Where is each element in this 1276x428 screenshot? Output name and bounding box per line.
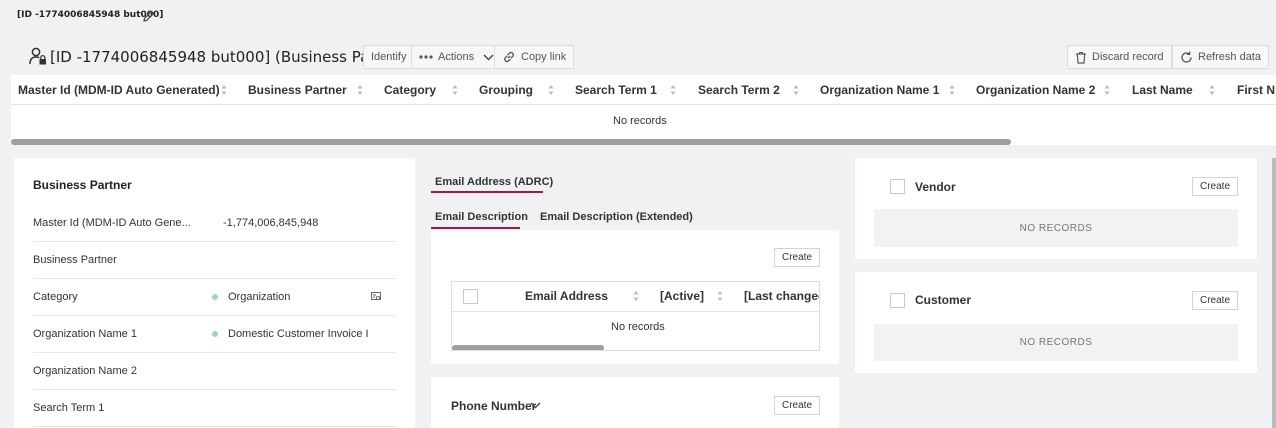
tab-email-address-adrc[interactable]: Email Address (ADRC) — [435, 176, 553, 188]
dots-icon — [419, 55, 433, 59]
status-dot — [212, 331, 218, 337]
column-header[interactable]: Category — [384, 83, 436, 97]
column-header[interactable]: Organization Name 2 — [976, 83, 1095, 97]
chevron-down-icon — [483, 54, 494, 60]
tab-email-description[interactable]: Email Description — [435, 211, 528, 223]
copy-link-button[interactable]: Copy link — [494, 45, 575, 69]
field-row: Business Partner — [33, 242, 396, 279]
pencil-icon[interactable] — [142, 9, 156, 23]
business-partner-card: Business Partner Master Id (MDM-ID Auto … — [14, 158, 415, 428]
refresh-data-label: Refresh data — [1198, 51, 1261, 63]
column-header[interactable]: Master Id (MDM-ID Auto Generated) — [18, 83, 220, 97]
trash-icon — [1076, 51, 1086, 64]
column-header[interactable]: Business Partner — [248, 83, 347, 97]
create-button[interactable]: Create — [774, 248, 820, 267]
active-tab-indicator — [431, 227, 520, 229]
actions-label: Actions — [438, 51, 475, 63]
column-header[interactable]: Search Term 2 — [698, 83, 780, 97]
customer-title: Customer — [915, 293, 972, 307]
column-header[interactable]: Organization Name 1 — [820, 83, 939, 97]
field-label: Organization Name 1 — [33, 328, 137, 340]
vertical-scrollbar[interactable] — [1272, 158, 1276, 428]
customer-empty-message: NO RECORDS — [874, 324, 1238, 361]
column-header[interactable]: [Active] — [660, 289, 704, 303]
refresh-data-button[interactable]: Refresh data — [1172, 45, 1269, 69]
email-empty-message: No records — [611, 321, 665, 333]
sort-icon[interactable] — [1209, 85, 1215, 95]
discard-record-button[interactable]: Discard record — [1067, 45, 1172, 69]
identify-button[interactable]: Identify — [363, 45, 415, 69]
status-dot — [212, 294, 218, 300]
column-header[interactable]: Grouping — [479, 83, 533, 97]
horizontal-scrollbar[interactable] — [452, 345, 604, 350]
field-row: Master Id (MDM-ID Auto Gene... -1,774,00… — [33, 205, 396, 242]
results-grid: Master Id (MDM-ID Auto Generated) Busine… — [11, 75, 1276, 145]
record-header: [ID -1774006845948 but000] (Business Par… — [0, 40, 1276, 74]
discard-record-label: Discard record — [1092, 51, 1164, 63]
create-button[interactable]: Create — [1192, 177, 1238, 196]
vendor-empty-message: NO RECORDS — [874, 209, 1238, 247]
grid-empty-message: No records — [613, 115, 667, 127]
horizontal-scrollbar[interactable] — [11, 139, 1011, 145]
field-label: Search Term 1 — [33, 402, 105, 414]
business-partner-title: Business Partner — [33, 178, 132, 192]
field-label: Master Id (MDM-ID Auto Gene... — [33, 217, 191, 229]
create-button[interactable]: Create — [774, 396, 820, 415]
sort-icon[interactable] — [548, 85, 554, 95]
select-all-checkbox[interactable] — [463, 289, 478, 304]
field-value[interactable]: Domestic Customer Invoice I — [228, 328, 368, 340]
active-tab-indicator — [431, 191, 543, 193]
field-row: Category Organization — [33, 279, 396, 316]
customer-card: Customer Create NO RECORDS — [855, 272, 1257, 373]
sort-icon[interactable] — [949, 85, 955, 95]
field-row: Search Term 1 — [33, 390, 396, 427]
email-card: Create Email Address [Active] [Last chan… — [431, 230, 839, 364]
field-row: Organization Name 1 Domestic Customer In… — [33, 316, 396, 353]
sort-icon[interactable] — [717, 291, 723, 301]
field-value[interactable]: Organization — [228, 291, 290, 303]
column-header[interactable]: Email Address — [525, 289, 608, 303]
breadcrumb-bar: [ID -1774006845948 but000] — [0, 0, 1276, 34]
column-header[interactable]: First N — [1237, 83, 1275, 97]
lookup-icon[interactable] — [371, 292, 382, 302]
column-header[interactable]: Last Name — [1132, 83, 1193, 97]
user-lock-icon — [29, 47, 46, 65]
column-header[interactable]: Search Term 1 — [575, 83, 657, 97]
sort-icon[interactable] — [452, 85, 458, 95]
link-icon — [504, 51, 514, 63]
field-label: Category — [33, 291, 78, 303]
page-title: [ID -1774006845948 but000] (Business Par… — [50, 48, 413, 66]
grid-header: Master Id (MDM-ID Auto Generated) Busine… — [11, 75, 1276, 105]
sort-icon[interactable] — [221, 85, 227, 95]
copy-link-label: Copy link — [521, 51, 567, 63]
sort-icon[interactable] — [357, 85, 363, 95]
field-label: Business Partner — [33, 254, 117, 266]
actions-button[interactable]: Actions — [411, 45, 503, 69]
email-table: Email Address [Active] [Last changed] No… — [451, 281, 820, 351]
create-button[interactable]: Create — [1192, 291, 1238, 310]
field-row: Organization Name 2 — [33, 353, 396, 390]
field-label: Organization Name 2 — [33, 365, 137, 377]
sort-icon[interactable] — [670, 85, 676, 95]
field-value[interactable]: -1,774,006,845,948 — [223, 217, 318, 229]
customer-checkbox[interactable] — [890, 293, 905, 308]
sort-icon[interactable] — [1104, 85, 1110, 95]
column-header[interactable]: [Last changed] — [744, 289, 819, 303]
sort-icon[interactable] — [793, 85, 799, 95]
vendor-title: Vendor — [915, 180, 956, 194]
chevron-down-icon[interactable] — [530, 402, 541, 409]
divider — [452, 311, 819, 312]
refresh-icon — [1181, 51, 1192, 63]
tab-email-description-extended[interactable]: Email Description (Extended) — [540, 211, 693, 223]
sort-icon[interactable] — [633, 291, 639, 301]
phone-card: Phone Number Create — [431, 377, 839, 428]
phone-number-title[interactable]: Phone Number — [451, 399, 536, 413]
vendor-checkbox[interactable] — [890, 179, 905, 194]
identify-label: Identify — [371, 51, 407, 63]
vendor-card: Vendor Create NO RECORDS — [855, 158, 1257, 259]
